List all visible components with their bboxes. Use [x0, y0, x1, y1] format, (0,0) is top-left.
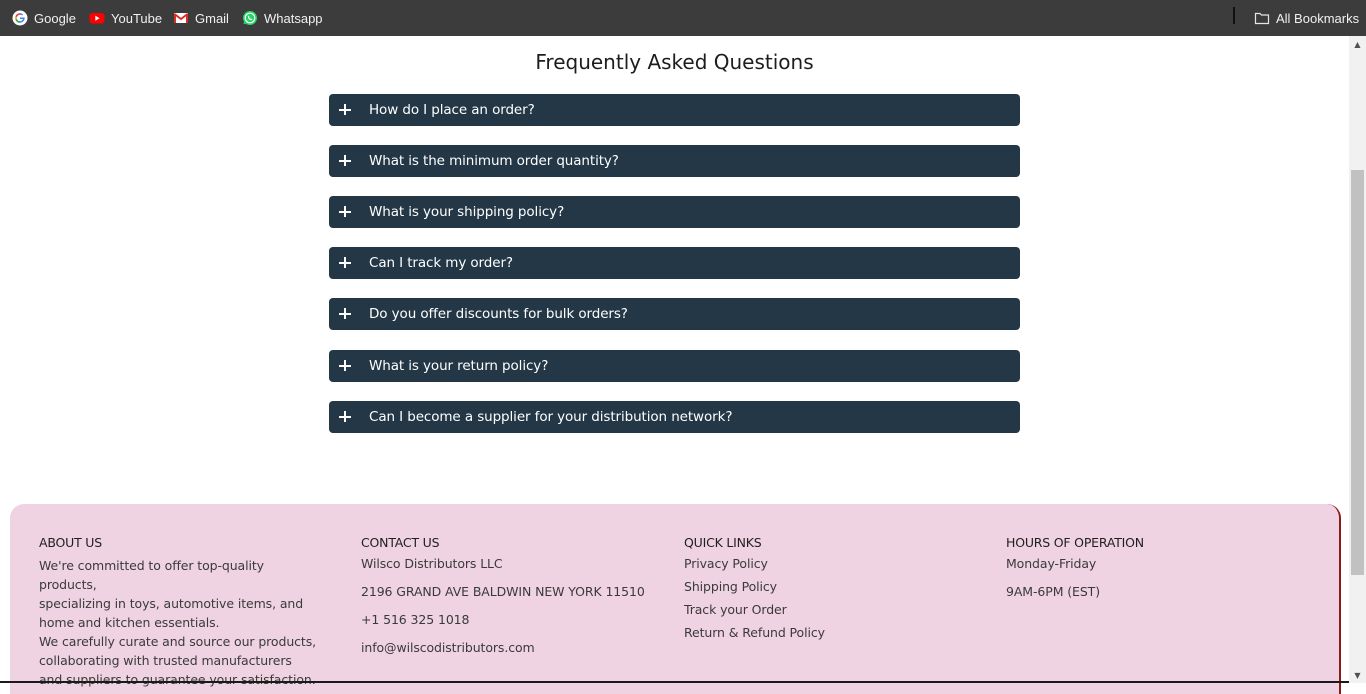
faq-question: What is your shipping policy? [369, 204, 565, 220]
footer-quick-links: QUICK LINKS Privacy Policy Shipping Poli… [684, 535, 984, 640]
plus-icon [338, 410, 352, 424]
plus-icon [338, 205, 352, 219]
scroll-down-arrow-icon[interactable]: ▼ [1349, 667, 1366, 683]
bookmark-gmail[interactable]: Gmail [167, 4, 235, 32]
plus-icon [338, 154, 352, 168]
google-icon [12, 10, 28, 26]
footer-heading: QUICK LINKS [684, 535, 762, 550]
footer-contact: CONTACT US Wilsco Distributors LLC 2196 … [361, 535, 661, 655]
about-line: We're committed to offer top-quality [39, 558, 264, 573]
bookmarks-divider [1233, 7, 1235, 24]
return-refund-policy-link[interactable]: Return & Refund Policy [684, 625, 984, 640]
track-order-link[interactable]: Track your Order [684, 602, 984, 617]
plus-icon [338, 307, 352, 321]
faq-question: Can I track my order? [369, 255, 513, 271]
bookmark-label: YouTube [111, 10, 163, 26]
gmail-icon [173, 10, 189, 26]
faq-item[interactable]: What is your return policy? [329, 350, 1020, 382]
all-bookmarks-button[interactable]: All Bookmarks [1248, 4, 1365, 32]
faq-title: Frequently Asked Questions [535, 50, 814, 74]
bookmarks-bar: Google YouTube Gmail Whatsapp All Bookma… [0, 0, 1366, 36]
faq-item[interactable]: Can I track my order? [329, 247, 1020, 279]
footer-hours: HOURS OF OPERATION Monday-Friday 9AM-6PM… [1006, 535, 1306, 599]
plus-icon [338, 256, 352, 270]
shipping-policy-link[interactable]: Shipping Policy [684, 579, 984, 594]
footer-heading: ABOUT US [39, 535, 102, 550]
footer-heading: CONTACT US [361, 535, 440, 550]
footer-about: ABOUT US We're committed to offer top-qu… [39, 535, 339, 689]
about-text: We're committed to offer top-quality pro… [39, 556, 339, 689]
faq-question: What is your return policy? [369, 358, 549, 374]
about-line: collaborating with trusted manufacturers [39, 653, 292, 668]
hours-days: Monday-Friday [1006, 556, 1097, 571]
footer-heading: HOURS OF OPERATION [1006, 535, 1144, 550]
page-scrollbar[interactable]: ▲ ▼ [1349, 36, 1366, 683]
bookmark-google[interactable]: Google [6, 4, 82, 32]
faq-item[interactable]: How do I place an order? [329, 94, 1020, 126]
folder-icon [1254, 10, 1270, 26]
phone-number[interactable]: +1 516 325 1018 [361, 612, 661, 627]
bookmark-label: Gmail [195, 10, 229, 26]
about-line: products, [39, 577, 97, 592]
about-line: specializing in toys, automotive items, … [39, 596, 304, 611]
email-link[interactable]: info@wilscodistributors.com [361, 640, 661, 655]
faq-item[interactable]: Can I become a supplier for your distrib… [329, 401, 1020, 433]
youtube-icon [89, 10, 105, 26]
company-name: Wilsco Distributors LLC [361, 556, 503, 571]
bookmark-whatsapp[interactable]: Whatsapp [236, 4, 329, 32]
about-line: and suppliers to guarantee your satisfac… [39, 672, 316, 687]
faq-question: How do I place an order? [369, 102, 535, 118]
faq-question: What is the minimum order quantity? [369, 153, 619, 169]
site-footer: ABOUT US We're committed to offer top-qu… [10, 504, 1341, 694]
hours-time: 9AM-6PM (EST) [1006, 584, 1100, 599]
whatsapp-icon [242, 10, 258, 26]
faq-item[interactable]: Do you offer discounts for bulk orders? [329, 298, 1020, 330]
plus-icon [338, 359, 352, 373]
faq-item[interactable]: What is your shipping policy? [329, 196, 1020, 228]
all-bookmarks-label: All Bookmarks [1276, 10, 1360, 26]
bookmark-youtube[interactable]: YouTube [83, 4, 168, 32]
privacy-policy-link[interactable]: Privacy Policy [684, 556, 984, 571]
bookmark-label: Whatsapp [264, 10, 323, 26]
scrollbar-thumb[interactable] [1351, 170, 1364, 575]
faq-question: Do you offer discounts for bulk orders? [369, 306, 628, 322]
about-line: home and kitchen essentials. [39, 615, 220, 630]
bookmark-label: Google [34, 10, 76, 26]
faq-question: Can I become a supplier for your distrib… [369, 409, 733, 425]
address: 2196 GRAND AVE BALDWIN NEW YORK 11510 [361, 584, 645, 599]
about-line: We carefully curate and source our produ… [39, 634, 316, 649]
scroll-up-arrow-icon[interactable]: ▲ [1349, 36, 1366, 52]
faq-item[interactable]: What is the minimum order quantity? [329, 145, 1020, 177]
plus-icon [338, 103, 352, 117]
